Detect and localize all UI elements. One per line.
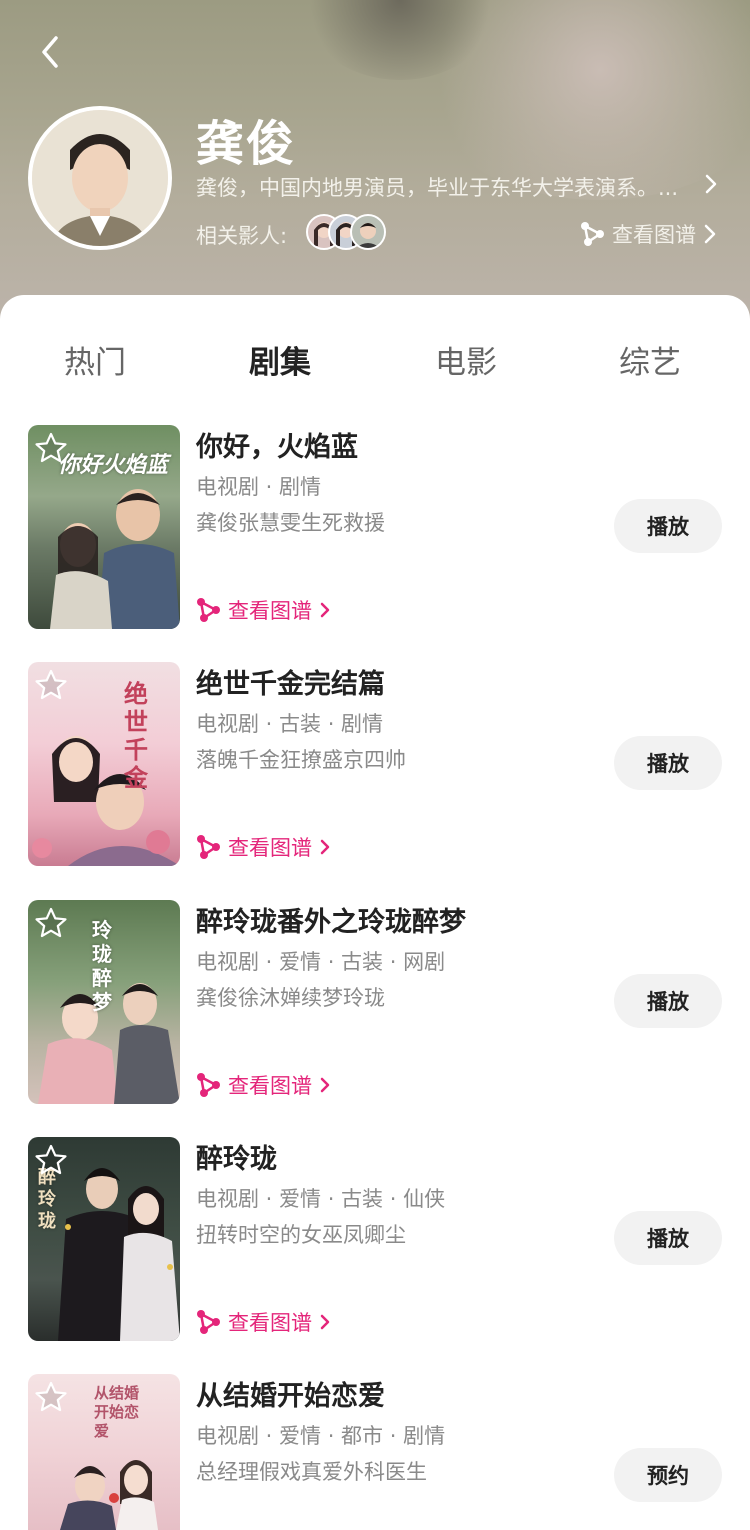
actor-name: 龚俊 [196, 116, 297, 172]
related-people-label: 相关影人: [196, 224, 288, 248]
view-graph-label: 查看图谱 [612, 223, 696, 247]
chevron-right-icon [704, 224, 716, 244]
favorite-star-icon[interactable] [34, 906, 68, 940]
poster-title: 从结婚开始恋爱 [94, 1384, 140, 1440]
item-title[interactable]: 醉玲珑 [196, 1137, 277, 1176]
avatar-portrait-icon [32, 110, 168, 246]
item-description: 落魄千金狂撩盛京四帅 [196, 748, 406, 772]
profile-header: 龚俊 龚俊，中国内地男演员，毕业于东华大学表演系。... 相关影人: 查看图谱 [0, 0, 750, 330]
poster-image[interactable]: 醉玲珑 [28, 1137, 180, 1341]
chevron-right-icon [320, 1077, 330, 1093]
graph-icon [197, 598, 220, 622]
back-arrow-icon[interactable] [36, 32, 66, 72]
view-graph-label: 查看图谱 [228, 1074, 312, 1098]
tab-hot[interactable]: 热门 [64, 337, 126, 382]
category-tabs: 热门 剧集 电影 综艺 [0, 295, 750, 415]
item-title[interactable]: 你好，火焰蓝 [196, 425, 358, 464]
list-item[interactable]: 玲珑醉梦 醉玲珑番外之玲珑醉梦 电视剧 · 爱情 · 古装 · 网剧 龚俊徐沐婵… [0, 900, 750, 1104]
item-title[interactable]: 醉玲珑番外之玲珑醉梦 [196, 900, 466, 939]
related-avatar[interactable] [350, 214, 386, 250]
chevron-right-icon [320, 839, 330, 855]
view-graph-link[interactable]: 查看图谱 [196, 1307, 332, 1337]
reserve-button[interactable]: 预约 [614, 1448, 722, 1502]
actor-bio[interactable]: 龚俊，中国内地男演员，毕业于东华大学表演系。... [196, 172, 696, 202]
content-panel: 热门 剧集 电影 综艺 你好火焰蓝 你好，火焰蓝 电视剧 · 剧情 龚俊张慧雯生… [0, 295, 750, 1530]
graph-icon [197, 835, 220, 859]
graph-icon [581, 222, 604, 246]
poster-image[interactable]: 从结婚开始恋爱 [28, 1374, 180, 1530]
view-graph-link[interactable]: 查看图谱 [196, 832, 332, 862]
item-description: 龚俊徐沐婵续梦玲珑 [196, 986, 385, 1010]
item-title[interactable]: 从结婚开始恋爱 [196, 1374, 385, 1413]
poster-image[interactable]: 玲珑醉梦 [28, 900, 180, 1104]
poster-title: 你好火焰蓝 [58, 452, 169, 478]
view-graph-label: 查看图谱 [228, 836, 312, 860]
list-item[interactable]: 绝世千金 绝世千金完结篇 电视剧 · 古装 · 剧情 落魄千金狂撩盛京四帅 查看… [0, 662, 750, 866]
poster-image[interactable]: 你好火焰蓝 [28, 425, 180, 629]
view-graph-link[interactable]: 查看图谱 [580, 220, 718, 248]
item-description: 总经理假戏真爱外科医生 [196, 1460, 427, 1484]
graph-icon [197, 1310, 220, 1334]
graph-icon [197, 1073, 220, 1097]
play-button[interactable]: 播放 [614, 499, 722, 553]
chevron-right-icon [320, 1314, 330, 1330]
list-item[interactable]: 你好火焰蓝 你好，火焰蓝 电视剧 · 剧情 龚俊张慧雯生死救援 查看图谱 播放 [0, 425, 750, 629]
tab-variety[interactable]: 综艺 [619, 337, 681, 382]
item-title[interactable]: 绝世千金完结篇 [196, 662, 385, 701]
item-meta: 电视剧 · 剧情 [196, 475, 322, 499]
tab-series[interactable]: 剧集 [249, 337, 311, 382]
chevron-right-icon[interactable] [703, 172, 719, 196]
poster-image[interactable]: 绝世千金 [28, 662, 180, 866]
item-meta: 电视剧 · 古装 · 剧情 [196, 712, 384, 736]
avatar[interactable] [28, 106, 172, 250]
play-button[interactable]: 播放 [614, 974, 722, 1028]
tab-movies[interactable]: 电影 [435, 337, 497, 382]
play-button[interactable]: 播放 [614, 1211, 722, 1265]
view-graph-label: 查看图谱 [228, 599, 312, 623]
item-description: 龚俊张慧雯生死救援 [196, 511, 385, 535]
favorite-star-icon[interactable] [34, 1143, 68, 1177]
favorite-star-icon[interactable] [34, 668, 68, 702]
play-button[interactable]: 播放 [614, 736, 722, 790]
item-description: 扭转时空的女巫凤卿尘 [196, 1223, 406, 1247]
favorite-star-icon[interactable] [34, 1380, 68, 1414]
view-graph-link[interactable]: 查看图谱 [196, 1070, 332, 1100]
list-item[interactable]: 醉玲珑 醉玲珑 电视剧 · 爱情 · 古装 · 仙侠 扭转时空的女巫凤卿尘 查看… [0, 1137, 750, 1341]
favorite-star-icon[interactable] [34, 431, 68, 465]
item-meta: 电视剧 · 爱情 · 古装 · 网剧 [196, 950, 446, 974]
item-meta: 电视剧 · 爱情 · 都市 · 剧情 [196, 1424, 446, 1448]
poster-title: 绝世千金 [124, 679, 148, 792]
view-graph-link[interactable]: 查看图谱 [196, 595, 332, 625]
view-graph-label: 查看图谱 [228, 1311, 312, 1335]
item-meta: 电视剧 · 爱情 · 古装 · 仙侠 [196, 1187, 446, 1211]
poster-title: 玲珑醉梦 [92, 918, 112, 1014]
chevron-right-icon [320, 602, 330, 618]
list-item[interactable]: 从结婚开始恋爱 从结婚开始恋爱 电视剧 · 爱情 · 都市 · 剧情 总经理假戏… [0, 1374, 750, 1530]
